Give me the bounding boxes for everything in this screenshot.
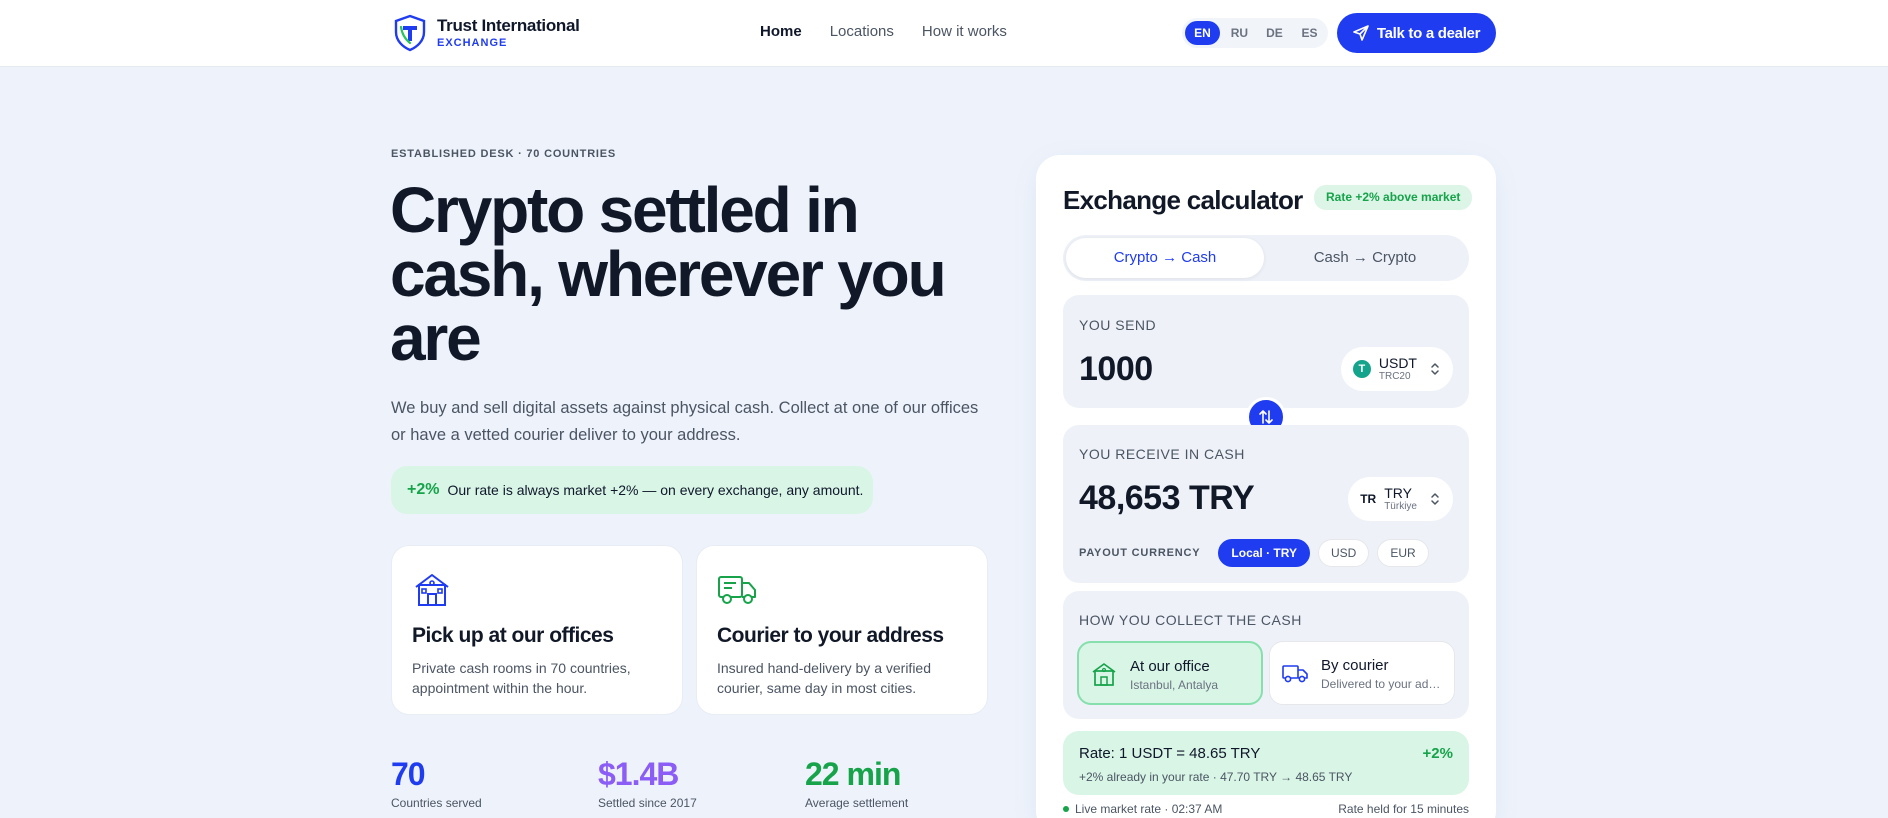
- feature-title: Courier to your address: [717, 624, 944, 647]
- collect-option-office[interactable]: At our office Istanbul, Antalya: [1077, 641, 1263, 705]
- calculator-title: Exchange calculator: [1063, 185, 1303, 215]
- rate-detail: +2% already in your rate · 47.70 TRY → 4…: [1079, 770, 1353, 784]
- chevron-up-down-icon: [1431, 363, 1439, 375]
- feature-desc: Insured hand-delivery by a verified cour…: [717, 660, 932, 696]
- collect-option-title: At our office: [1130, 658, 1210, 675]
- mode-tabs: Crypto → Cash Cash → Crypto: [1063, 235, 1469, 281]
- shield-logo-icon: [394, 14, 426, 52]
- feature-card-offices: Pick up at our offices Private cash room…: [391, 545, 683, 715]
- payout-chip-local[interactable]: Local · TRY: [1218, 539, 1310, 567]
- asset-network: TRC20: [1378, 370, 1411, 382]
- rate-pct: +2%: [1422, 745, 1453, 762]
- stat-label: Average settlement: [805, 796, 909, 810]
- swap-arrows-icon: [1259, 410, 1273, 424]
- exchange-calculator: Exchange calculator Rate +2% above marke…: [1036, 155, 1496, 818]
- rate-held-text: Rate held for 15 minutes: [1338, 802, 1469, 816]
- stat-value: 70: [391, 756, 426, 792]
- receive-amount: 48,653 TRY: [1079, 479, 1255, 517]
- tab-cash-to-crypto[interactable]: Cash → Crypto: [1266, 238, 1464, 278]
- collect-panel: HOW YOU COLLECT THE CASH At our office I…: [1063, 591, 1469, 719]
- collect-option-sub: Istanbul, Antalya: [1130, 678, 1219, 692]
- send-label: YOU SEND: [1079, 317, 1157, 333]
- collect-option-title: By courier: [1321, 657, 1389, 674]
- rate-badge: Rate +2% above market: [1314, 185, 1473, 210]
- feature-card-courier: Courier to your address Insured hand-del…: [696, 545, 988, 715]
- rate-highlight: +2% Our rate is always market +2% — on e…: [391, 466, 873, 514]
- dealer-button-label: Talk to a dealer: [1376, 24, 1481, 42]
- building-icon: [415, 574, 449, 606]
- usdt-coin-icon: T: [1352, 360, 1371, 378]
- collect-label: HOW YOU COLLECT THE CASH: [1079, 612, 1302, 628]
- lang-de[interactable]: DE: [1259, 21, 1290, 45]
- rate-line: Rate: 1 USDT = 48.65 TRY: [1079, 745, 1261, 762]
- receive-currency-select[interactable]: TR TRY Türkiye: [1348, 477, 1453, 521]
- payout-label: PAYOUT CURRENCY: [1079, 547, 1201, 559]
- brand-logo[interactable]: Trust International EXCHANGE: [393, 14, 580, 52]
- chevron-up-down-icon: [1431, 493, 1439, 505]
- payout-chip-eur[interactable]: EUR: [1377, 539, 1429, 567]
- send-asset-select[interactable]: T USDT TRC20: [1340, 347, 1453, 391]
- send-panel: YOU SEND 1000 T USDT TRC20: [1063, 295, 1469, 408]
- live-rate-status: Live market rate · 02:37 AM: [1063, 802, 1222, 816]
- feature-title: Pick up at our offices: [412, 624, 614, 647]
- receive-panel: YOU RECEIVE IN CASH 48,653 TRY TR TRY Tü…: [1063, 425, 1469, 583]
- hero-title: Crypto settled in cash, wherever you are: [390, 174, 947, 374]
- stat-countries: 70 Countries served: [391, 755, 482, 810]
- lang-en[interactable]: EN: [1185, 21, 1220, 45]
- stat-value: $1.4B: [598, 756, 679, 792]
- tab-crypto-to-cash[interactable]: Crypto → Cash: [1066, 238, 1264, 278]
- live-rate-text: Live market rate · 02:37 AM: [1075, 802, 1223, 816]
- lang-ru[interactable]: RU: [1224, 21, 1255, 45]
- live-dot-icon: [1063, 806, 1069, 812]
- stat-settlement-time: 22 min Average settlement: [805, 755, 908, 810]
- main-nav: Home Locations How it works: [760, 23, 1007, 40]
- receive-label: YOU RECEIVE IN CASH: [1079, 446, 1245, 462]
- nav-home[interactable]: Home: [760, 23, 802, 40]
- collect-option-sub: Delivered to your address: [1321, 677, 1445, 691]
- stat-settled: $1.4B Settled since 2017: [598, 755, 697, 810]
- brand-sub: EXCHANGE: [437, 37, 508, 49]
- site-header: Trust International EXCHANGE Home Locati…: [0, 0, 1888, 67]
- feature-desc: Private cash rooms in 70 countries, appo…: [412, 660, 631, 696]
- lang-es[interactable]: ES: [1294, 21, 1325, 45]
- rate-highlight-pct: +2%: [407, 481, 440, 498]
- payout-currency-row: PAYOUT CURRENCY Local · TRY USD EUR: [1079, 539, 1429, 567]
- asset-name: USDT: [1378, 354, 1417, 371]
- rate-highlight-text: Our rate is always market +2% — on every…: [447, 482, 864, 498]
- rate-summary: Rate: 1 USDT = 48.65 TRY +2% +2% already…: [1063, 731, 1469, 795]
- truck-icon: [1282, 665, 1308, 683]
- stat-label: Settled since 2017: [598, 796, 697, 810]
- currency-code: TRY: [1384, 484, 1412, 501]
- currency-country: Türkiye: [1384, 500, 1417, 512]
- stat-label: Countries served: [391, 796, 482, 810]
- payout-chip-usd[interactable]: USD: [1317, 539, 1370, 567]
- send-icon: [1353, 25, 1369, 41]
- send-amount-input[interactable]: 1000: [1079, 350, 1153, 389]
- language-switcher: EN RU DE ES: [1182, 18, 1328, 48]
- talk-to-dealer-button[interactable]: Talk to a dealer: [1337, 13, 1496, 53]
- hero-eyebrow: ESTABLISHED DESK · 70 COUNTRIES: [391, 148, 617, 160]
- nav-locations[interactable]: Locations: [830, 23, 894, 40]
- hero-description: We buy and sell digital assets against p…: [391, 399, 979, 444]
- collect-option-courier[interactable]: By courier Delivered to your address: [1269, 641, 1455, 705]
- turkey-flag-icon: TR: [1360, 492, 1377, 506]
- building-icon: [1092, 663, 1116, 686]
- brand-name: Trust International: [437, 16, 580, 35]
- stat-value: 22 min: [805, 756, 901, 792]
- truck-icon: [718, 576, 756, 604]
- nav-how-it-works[interactable]: How it works: [922, 23, 1007, 40]
